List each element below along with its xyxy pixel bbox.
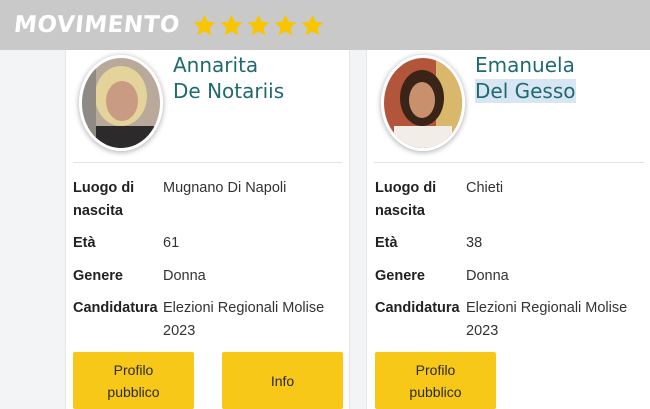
candidacy-label: Candidatura — [375, 300, 460, 316]
age-label: Età — [73, 235, 96, 251]
candidate-name[interactable]: Emanuela Del Gesso — [475, 52, 576, 104]
star-icon — [219, 13, 244, 38]
star-icon — [246, 13, 271, 38]
gender-label: Genere — [73, 268, 123, 284]
age-value: 61 — [163, 235, 180, 251]
age-label: Età — [375, 235, 398, 251]
five-stars-logo — [192, 13, 327, 38]
gender-value: Donna — [163, 268, 206, 284]
gender-value: Donna — [466, 268, 509, 284]
info-button[interactable]: Info — [222, 352, 343, 409]
birthplace-value: Mugnano Di Napoli — [163, 180, 287, 196]
candidate-avatar[interactable] — [381, 55, 465, 151]
header-bar: MOVIMENTO — [0, 0, 650, 50]
candidate-name[interactable]: Annarita De Notariis — [173, 52, 284, 104]
divider — [374, 162, 644, 163]
star-icon — [273, 13, 298, 38]
birthplace-label: Luogo di nascita — [73, 180, 135, 219]
candidacy-value: Elezioni Regionali Molise 2023 — [466, 300, 628, 339]
star-icon — [300, 13, 325, 38]
candidate-card: Emanuela Del Gesso Luogo di nascita Chie… — [366, 50, 650, 409]
candidate-first-name: Emanuela — [475, 53, 575, 77]
birthplace-value: Chieti — [466, 180, 504, 196]
birthplace-label: Luogo di nascita — [375, 180, 437, 219]
candidate-first-name: Annarita — [173, 53, 259, 77]
gender-label: Genere — [375, 268, 425, 284]
candidate-last-name: De Notariis — [173, 79, 285, 103]
star-icon — [192, 13, 217, 38]
public-profile-button[interactable]: Profilo pubblico — [375, 352, 496, 409]
candidate-card: Annarita De Notariis Luogo di nascita Mu… — [65, 50, 350, 409]
candidate-last-name: Del Gesso — [475, 79, 576, 103]
candidacy-value: Elezioni Regionali Molise 2023 — [163, 300, 325, 339]
divider — [73, 162, 342, 163]
candidate-avatar[interactable] — [79, 55, 163, 151]
candidacy-label: Candidatura — [73, 300, 158, 316]
movimento-logo[interactable]: MOVIMENTO — [13, 12, 182, 38]
public-profile-button[interactable]: Profilo pubblico — [73, 352, 194, 409]
age-value: 38 — [466, 235, 483, 251]
